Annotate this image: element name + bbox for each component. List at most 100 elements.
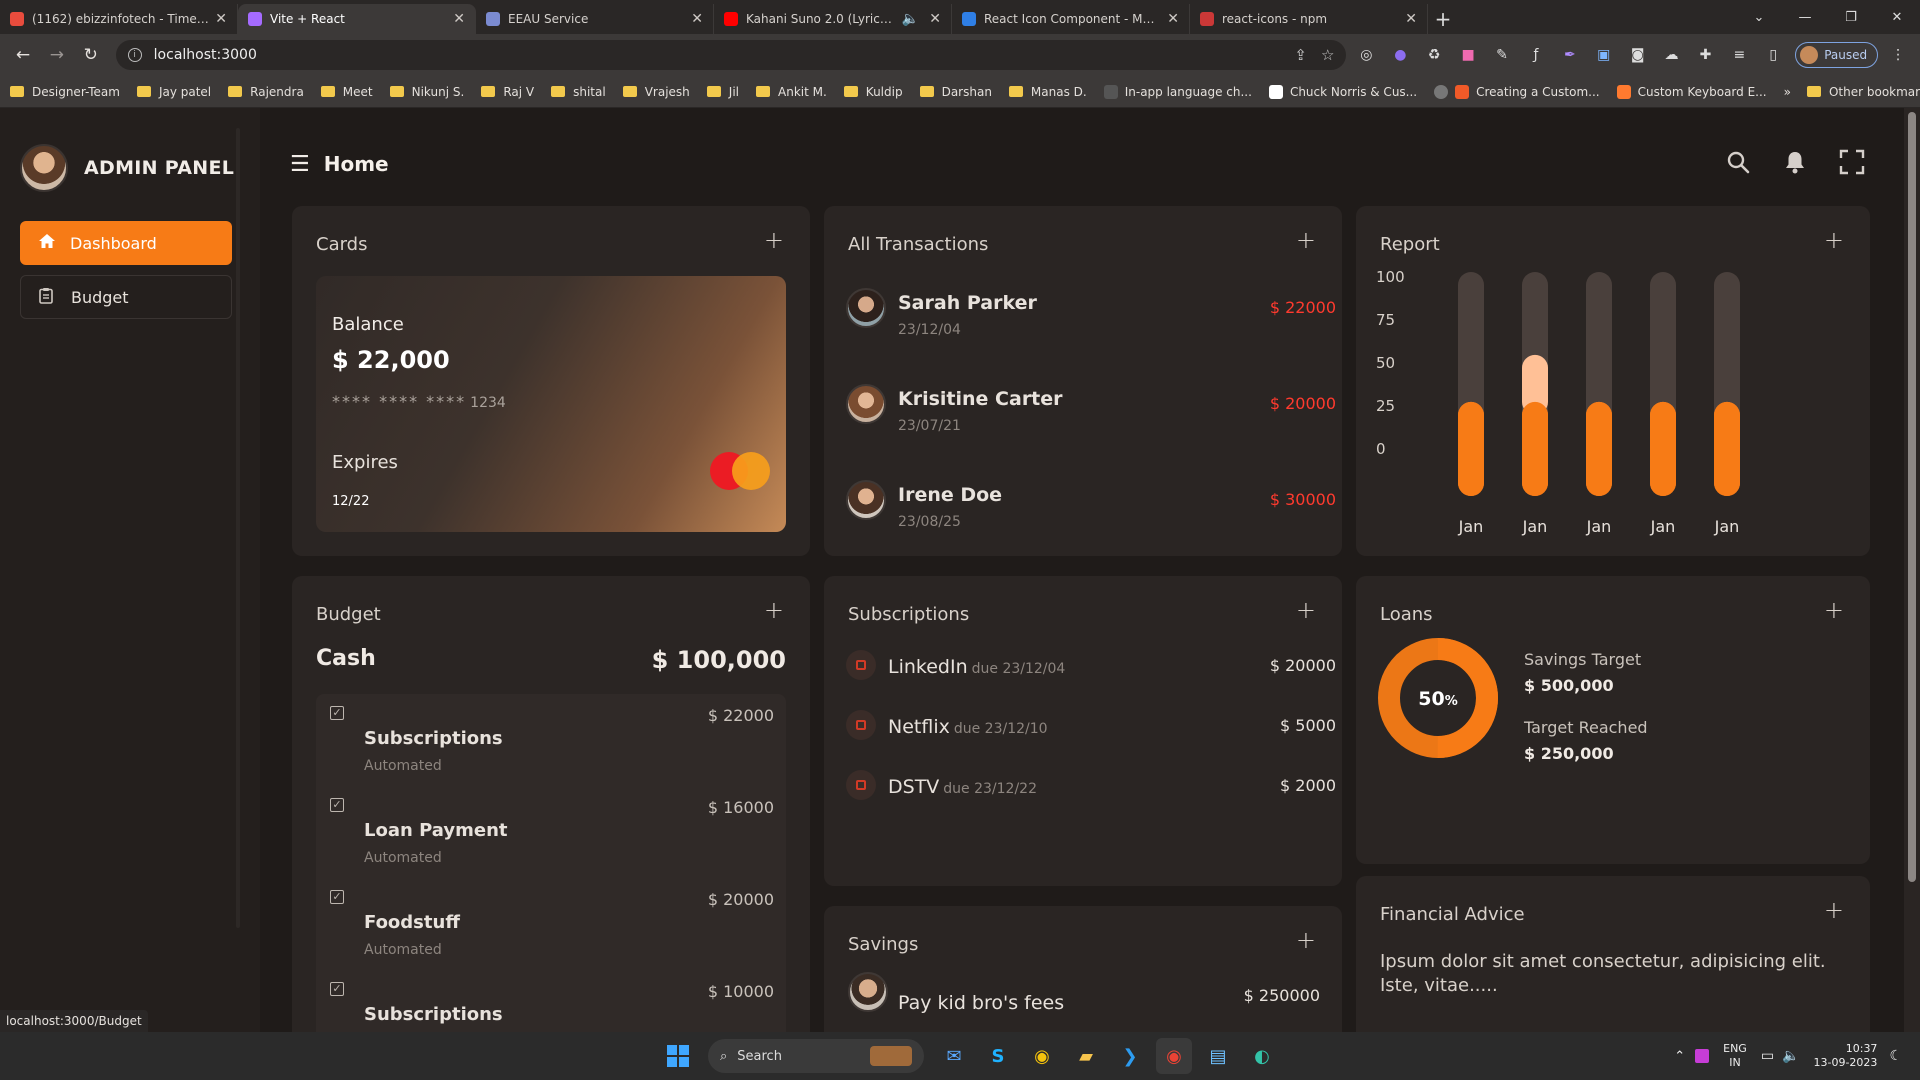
subscription-row[interactable]: LinkedIn due 23/12/04 $ 20000 (846, 650, 1336, 690)
notepad-app-icon[interactable]: ▤ (1200, 1038, 1236, 1074)
url-input[interactable]: i localhost:3000 ⇪ ☆ (115, 40, 1347, 70)
browser-tab-eeau[interactable]: EEAU Service ✕ (476, 4, 714, 34)
bookmark-item[interactable]: Custom Keyboard E... (1616, 84, 1767, 99)
outlook-app-icon[interactable]: ✉ (936, 1038, 972, 1074)
bar-value[interactable] (1522, 401, 1548, 496)
page-scrollbar[interactable] (1904, 108, 1920, 1032)
subscription-row[interactable]: Netflix due 23/12/10 $ 5000 (846, 710, 1336, 750)
chrome-active-app-icon[interactable]: ◉ (1156, 1038, 1192, 1074)
reload-icon[interactable]: ↻ (76, 40, 106, 70)
clock[interactable]: 10:37 13-09-2023 (1814, 1042, 1878, 1070)
add-subscription-button[interactable]: + (1296, 596, 1316, 624)
transaction-row[interactable]: Krisitine Carter 23/07/21 $ 20000 (846, 384, 1336, 444)
add-transaction-button[interactable]: + (1296, 226, 1316, 254)
bookmark-item[interactable]: Chuck Norris & Cus... (1268, 84, 1417, 99)
bookmark-item[interactable]: Creating a Custom... (1434, 84, 1600, 99)
tray-overflow-icon[interactable]: ⌃ (1674, 1049, 1685, 1064)
profile-paused-button[interactable]: Paused (1795, 42, 1879, 68)
add-advice-button[interactable]: + (1824, 896, 1844, 924)
bookmark-star-icon[interactable]: ☆ (1321, 46, 1334, 64)
bar-value[interactable] (1458, 401, 1484, 496)
bookmark-item[interactable]: Manas D. (1008, 85, 1087, 99)
browser-menu-icon[interactable]: ⋮ (1884, 41, 1912, 69)
browser-tab-vite-react[interactable]: Vite + React ✕ (238, 4, 476, 34)
language-indicator[interactable]: ENG IN (1723, 1042, 1747, 1070)
bar-value[interactable] (1650, 401, 1676, 496)
add-loan-button[interactable]: + (1824, 596, 1844, 624)
bookmark-item[interactable]: In-app language ch... (1103, 84, 1252, 99)
close-tab-icon[interactable]: ✕ (453, 11, 465, 27)
close-tab-icon[interactable]: ✕ (1405, 11, 1417, 27)
bookmark-item[interactable]: Vrajesh (622, 85, 690, 99)
budget-item[interactable]: ✓ Loan Payment Automated $ 16000 (316, 786, 786, 878)
credit-card[interactable]: Balance $ 22,000 **** **** **** 1234 Expi… (316, 276, 786, 532)
close-tab-icon[interactable]: ✕ (1167, 11, 1179, 27)
add-card-button[interactable]: + (764, 226, 784, 254)
close-tab-icon[interactable]: ✕ (929, 11, 941, 27)
bookmark-item[interactable]: Raj V (481, 85, 534, 99)
network-icon[interactable]: ▭ (1761, 1048, 1774, 1064)
scrollbar-thumb[interactable] (1908, 112, 1916, 882)
add-saving-button[interactable]: + (1296, 926, 1316, 954)
browser-tab-mui[interactable]: React Icon Component - Materia ✕ (952, 4, 1190, 34)
extension-badge-icon[interactable]: ● (1386, 41, 1414, 69)
minimize-icon[interactable]: — (1782, 0, 1828, 34)
bookmark-item[interactable]: Nikunj S. (389, 85, 464, 99)
windows-start-icon[interactable] (660, 1038, 696, 1074)
close-window-icon[interactable]: ✕ (1874, 0, 1920, 34)
budget-item[interactable]: ✓ Foodstuff Automated $ 20000 (316, 878, 786, 970)
file-explorer-icon[interactable]: ▰ (1068, 1038, 1104, 1074)
volume-icon[interactable]: 🔈 (1782, 1048, 1799, 1064)
search-icon[interactable] (1720, 144, 1756, 180)
sidebar-item-dashboard[interactable]: Dashboard (20, 221, 232, 265)
extension-picker-icon[interactable]: ✎ (1488, 41, 1516, 69)
browser-tab-npm[interactable]: react-icons - npm ✕ (1190, 4, 1428, 34)
bookmark-item[interactable]: Darshan (919, 85, 992, 99)
share-icon[interactable]: ⇪ (1294, 46, 1307, 64)
bookmark-item[interactable]: Designer-Team (10, 85, 120, 99)
bar-value[interactable] (1586, 401, 1612, 496)
edge-app-icon[interactable]: ◐ (1244, 1038, 1280, 1074)
side-panel-icon[interactable]: ▯ (1759, 41, 1787, 69)
tray-app-icon[interactable] (1695, 1049, 1710, 1063)
checkbox-checked-icon[interactable]: ✓ (330, 890, 344, 904)
subscription-row[interactable]: DSTV due 23/12/22 $ 2000 (846, 770, 1336, 810)
vscode-app-icon[interactable]: ❯ (1112, 1038, 1148, 1074)
bar-value[interactable] (1714, 401, 1740, 496)
budget-item[interactable]: ✓ Subscriptions $ 10000 (316, 970, 786, 1032)
extension-target-icon[interactable]: ◎ (1352, 41, 1380, 69)
menu-hamburger-icon[interactable]: ☰ (290, 152, 310, 177)
bookmark-item[interactable]: Kuldip (843, 85, 903, 99)
other-bookmarks[interactable]: Other bookmarks (1806, 85, 1920, 99)
extension-recycle-icon[interactable]: ♻ (1420, 41, 1448, 69)
bookmark-item[interactable]: Meet (320, 85, 373, 99)
budget-item[interactable]: ✓ Subscriptions Automated $ 22000 (316, 694, 786, 786)
notifications-icon[interactable]: ☾ (1889, 1048, 1902, 1064)
transaction-row[interactable]: Irene Doe 23/08/25 $ 30000 (846, 480, 1336, 540)
back-icon[interactable]: ← (8, 40, 38, 70)
sidebar-item-budget[interactable]: Budget (20, 275, 232, 319)
new-tab-button[interactable]: + (1428, 4, 1458, 34)
reading-list-icon[interactable]: ≡ (1725, 41, 1753, 69)
browser-tab-youtube[interactable]: Kahani Suno 2.0 (Lyrics) | Ma 🔈 ✕ (714, 4, 952, 34)
taskbar-search-input[interactable]: ⌕ Search (708, 1039, 924, 1073)
checkbox-checked-icon[interactable]: ✓ (330, 982, 344, 996)
browser-tab-timesheet[interactable]: (1162) ebizzinfotech - Timesheet ✕ (0, 4, 238, 34)
checkbox-checked-icon[interactable]: ✓ (330, 706, 344, 720)
transaction-row[interactable]: Sarah Parker 23/12/04 $ 22000 (846, 288, 1336, 348)
forward-icon[interactable]: → (42, 40, 72, 70)
extension-function-icon[interactable]: ƒ (1522, 41, 1550, 69)
extension-feather-icon[interactable]: ✒ (1556, 41, 1584, 69)
skype-app-icon[interactable]: S (980, 1038, 1016, 1074)
fullscreen-icon[interactable] (1834, 144, 1870, 180)
checkbox-checked-icon[interactable]: ✓ (330, 798, 344, 812)
extension-color-icon[interactable]: ■ (1454, 41, 1482, 69)
extensions-puzzle-icon[interactable]: ✚ (1692, 41, 1720, 69)
bookmark-item[interactable]: Rajendra (228, 85, 304, 99)
tab-search-icon[interactable]: ⌄ (1736, 0, 1782, 34)
sidebar-scrollbar[interactable] (236, 128, 240, 928)
bookmark-item[interactable]: Ankit M. (756, 85, 827, 99)
bookmark-item[interactable]: Jil (706, 85, 739, 99)
extension-cloud-icon[interactable]: ☁ (1658, 41, 1686, 69)
restore-icon[interactable]: ❐ (1828, 0, 1874, 34)
